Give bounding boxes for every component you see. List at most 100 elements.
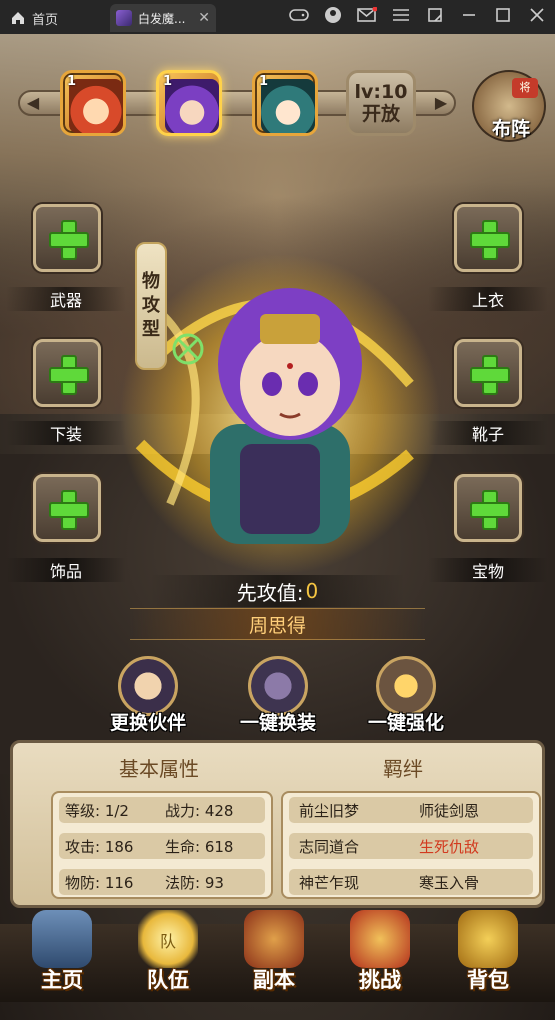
hammer-icon (376, 656, 436, 716)
bond-item[interactable]: 志同道合 (289, 836, 409, 857)
window-controls (289, 6, 547, 28)
bond-row: 神芒乍现 寒玉入骨 (289, 869, 533, 895)
nav-bag[interactable]: 背包 (440, 910, 536, 1000)
locked-slot-open: 开放 (361, 103, 400, 125)
drum-icon (350, 910, 410, 968)
plus-icon (470, 355, 510, 395)
user-icon[interactable] (323, 6, 343, 28)
auto-enhance-button[interactable]: 一键强化 (346, 656, 466, 738)
accessory-label: 饰品 (6, 558, 126, 582)
nav-dungeon-label: 副本 (253, 968, 295, 992)
hero-slot-1[interactable]: 1 (60, 70, 126, 136)
bottom-label: 下装 (6, 421, 126, 445)
bond-item[interactable]: 神芒乍现 (289, 872, 409, 893)
formation-label: 布阵 (491, 118, 530, 140)
bond-item-highlight[interactable]: 生死仇敌 (409, 836, 529, 857)
stat-level: 等级: 1/2 (65, 801, 129, 820)
arrow-left-icon[interactable]: ◀ (22, 92, 44, 114)
bag-icon (458, 910, 518, 968)
minimize-icon[interactable] (459, 7, 479, 27)
hero-slot-3[interactable]: 1 (252, 70, 318, 136)
nav-challenge[interactable]: 挑战 (332, 910, 428, 1000)
stat-phys-def: 物防: 116 (65, 873, 134, 892)
auto-enhance-label: 一键强化 (367, 712, 444, 734)
game-screen: ◀ ▶ 1 1 1 lv:10 开放 将 布阵 物 攻 型 武器 上衣 下装 靴… (0, 34, 555, 1020)
bond-item[interactable]: 前尘旧梦 (289, 800, 409, 821)
gourd-icon (244, 910, 304, 968)
mail-icon[interactable] (357, 6, 378, 27)
tab-close-icon[interactable]: ✕ (198, 10, 210, 26)
team-flag-char: 队 (160, 932, 177, 951)
arrow-right-icon[interactable]: ▶ (430, 92, 452, 114)
stat-row: 等级: 1/2 战力: 428 (59, 797, 265, 823)
auto-equip-icon (248, 656, 308, 716)
maximize-icon[interactable] (493, 7, 513, 27)
locked-slot-level: lv:10 (354, 81, 408, 103)
bond-item[interactable]: 寒玉入骨 (409, 872, 529, 893)
stat-attack: 攻击: 186 (65, 837, 134, 856)
hero-slot-2[interactable]: 1 (156, 70, 222, 136)
nav-team[interactable]: 队 队伍 (120, 910, 216, 1000)
plus-icon (470, 490, 510, 530)
bond-item[interactable]: 师徒剑恩 (409, 800, 529, 821)
bond-row: 志同道合 生死仇敌 (289, 833, 533, 859)
hero-type-char-1: 物 (142, 271, 160, 292)
home-tab-label: 首页 (32, 12, 59, 28)
plus-icon (470, 220, 510, 260)
hero-type-banner: 物 攻 型 (135, 242, 167, 370)
initiative-label: 先攻值: (236, 580, 304, 605)
game-tab[interactable]: 白发魔... ✕ (110, 4, 216, 32)
weapon-label: 武器 (6, 287, 126, 311)
palace-icon (32, 910, 92, 968)
stat-hp: 生命: 618 (165, 837, 234, 856)
stat-row: 物防: 116 法防: 93 (59, 869, 265, 895)
formation-button[interactable]: 将 布阵 (472, 70, 546, 142)
boots-slot[interactable] (454, 339, 522, 407)
team-flag-icon: 队 (138, 910, 198, 968)
gamepad-icon[interactable] (289, 8, 309, 26)
boots-label: 靴子 (428, 421, 548, 445)
bond-row: 前尘旧梦 师徒剑恩 (289, 797, 533, 823)
menu-icon[interactable] (391, 8, 411, 26)
auto-equip-label: 一键换装 (239, 712, 316, 734)
plus-icon (49, 220, 89, 260)
game-tab-label: 白发魔... (138, 11, 186, 26)
hero-name: 周思得 (248, 614, 306, 637)
hero-level-1: 1 (67, 74, 77, 89)
hero-portrait-3 (261, 79, 315, 133)
attribute-panel: 基本属性 羁绊 等级: 1/2 战力: 428 攻击: 186 生命: 618 … (10, 740, 545, 908)
hero-type-char-2: 攻 (142, 295, 160, 316)
game-thumb-icon (116, 10, 132, 26)
stat-mag-def: 法防: 93 (165, 873, 224, 892)
nav-dungeon[interactable]: 副本 (226, 910, 322, 1000)
nav-home[interactable]: 主页 (14, 910, 110, 1000)
treasure-slot[interactable] (454, 474, 522, 542)
top-label: 上衣 (428, 287, 548, 311)
accessory-slot[interactable] (33, 474, 101, 542)
bottom-slot[interactable] (33, 339, 101, 407)
swap-partner-label: 更换伙伴 (109, 712, 186, 734)
plus-icon (49, 490, 89, 530)
weapon-slot[interactable] (33, 204, 101, 272)
hero-name-row: 周思得 (130, 608, 425, 640)
hero-type-char-3: 型 (142, 319, 160, 340)
stat-power: 战力: 428 (165, 801, 234, 820)
stat-row: 攻击: 186 生命: 618 (59, 833, 265, 859)
bonds-title: 羁绊 (383, 756, 423, 781)
close-window-icon[interactable] (527, 7, 547, 27)
auto-equip-button[interactable]: 一键换装 (218, 656, 338, 738)
top-slot[interactable] (454, 204, 522, 272)
home-tab[interactable]: 首页 (10, 6, 58, 30)
locked-slot[interactable]: lv:10 开放 (346, 70, 416, 136)
initiative-row: 先攻值: 0 (150, 575, 405, 607)
hero-level-2: 1 (163, 74, 173, 89)
initiative-value: 0 (305, 579, 319, 603)
hero-portrait-2 (165, 79, 219, 133)
restore-icon[interactable] (425, 7, 445, 27)
nav-challenge-label: 挑战 (359, 968, 401, 992)
formation-badge: 将 (512, 78, 538, 98)
home-icon (12, 12, 24, 24)
hero-level-3: 1 (259, 74, 269, 89)
swap-partner-button[interactable]: 更换伙伴 (88, 656, 208, 738)
bonds-box: 前尘旧梦 师徒剑恩 志同道合 生死仇敌 神芒乍现 寒玉入骨 (281, 791, 541, 899)
